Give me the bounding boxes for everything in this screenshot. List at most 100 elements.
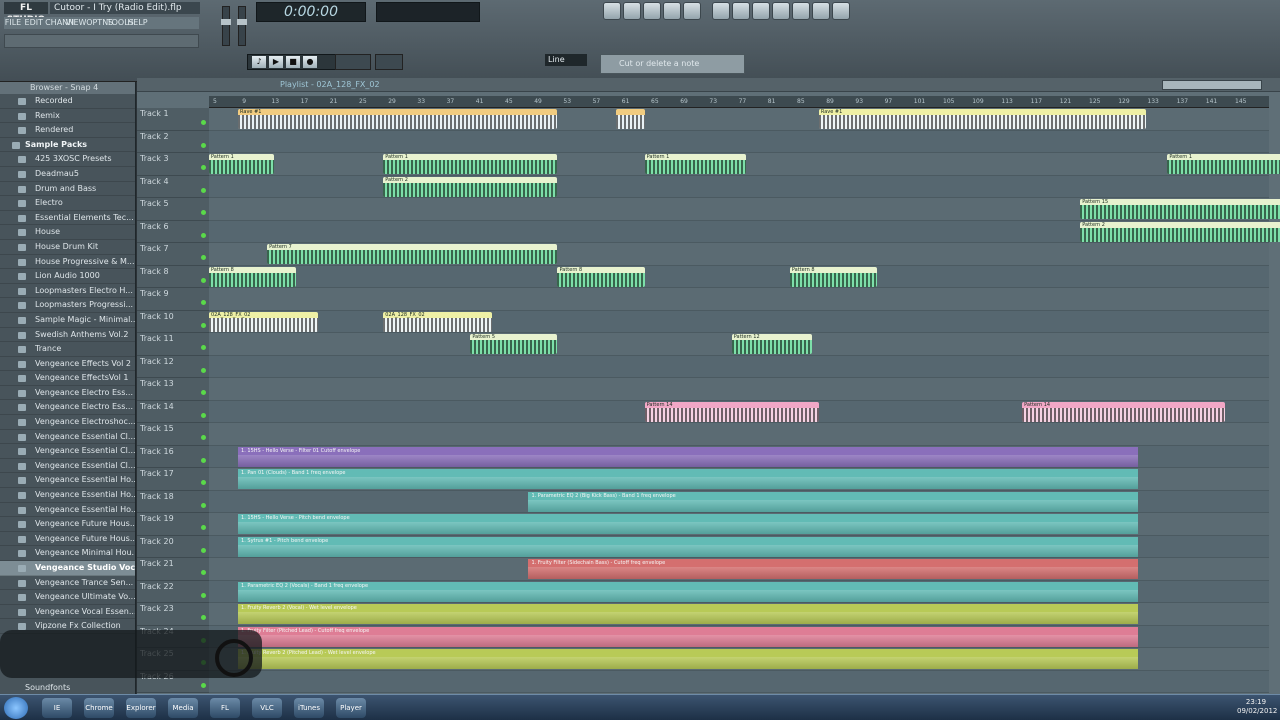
track-label[interactable]: Track 3: [137, 153, 209, 176]
taskbar-button[interactable]: VLC: [252, 698, 282, 718]
browser-item[interactable]: House Drum Kit: [0, 240, 135, 255]
track-led-icon[interactable]: [201, 592, 206, 598]
track-lane[interactable]: [209, 265, 1269, 288]
track-label[interactable]: Track 5: [137, 198, 209, 221]
menu-options[interactable]: OPTNS: [86, 17, 113, 29]
pencil-icon[interactable]: [712, 2, 730, 20]
browser-item[interactable]: Remix: [0, 109, 135, 124]
select-icon[interactable]: [812, 2, 830, 20]
browser-item[interactable]: Vengeance Essential Ho...: [0, 503, 135, 518]
playlist-clip[interactable]: Pattern 2: [383, 176, 558, 197]
track-label[interactable]: Track 7: [137, 243, 209, 266]
browser-item[interactable]: Vengeance Essential Cl...: [0, 444, 135, 459]
taskbar-button[interactable]: Media: [168, 698, 198, 718]
browser-item[interactable]: Loopmasters Electro H...: [0, 284, 135, 299]
track-led-icon[interactable]: [201, 435, 206, 440]
automation-clip[interactable]: 1. 15HS - Hello Verse - Filter 01 Cutoff…: [238, 446, 1139, 467]
slice-icon[interactable]: [792, 2, 810, 20]
track-led-icon[interactable]: [201, 120, 206, 125]
snap-selector[interactable]: Line: [545, 54, 587, 66]
playlist-clip[interactable]: 02A_128_FX_02: [383, 311, 493, 332]
taskbar-button[interactable]: iTunes: [294, 698, 324, 718]
browser-item[interactable]: Sample Magic - Minimal...: [0, 313, 135, 328]
menu-view[interactable]: VIEW: [66, 17, 87, 29]
track-led-icon[interactable]: [201, 322, 206, 328]
mixer-icon[interactable]: [683, 2, 701, 20]
track-label[interactable]: Track 9: [137, 288, 209, 311]
automation-clip[interactable]: 1. Fruity Filter (Pitched Lead) - Cutoff…: [238, 626, 1139, 647]
playlist-clip[interactable]: Pattern 12: [731, 334, 812, 354]
mute-icon[interactable]: [772, 2, 790, 20]
stop-icon[interactable]: ■: [286, 56, 300, 68]
menu-file[interactable]: FILE: [4, 17, 22, 29]
track-led-icon[interactable]: [201, 390, 206, 395]
browser-item[interactable]: Vengeance Electro Ess...: [0, 400, 135, 416]
playlist-clip[interactable]: Pattern 2: [1080, 221, 1280, 242]
automation-clip[interactable]: 1. 15HS - Hello Verse - Pitch bend envel…: [238, 514, 1139, 534]
automation-clip[interactable]: 1. Sytrus #1 - Pitch bend envelope: [238, 536, 1139, 557]
paint-icon[interactable]: [732, 2, 750, 20]
track-lane[interactable]: [209, 355, 1269, 378]
taskbar-button[interactable]: Explorer: [126, 698, 156, 718]
browser-item[interactable]: Vengeance Minimal Hou...: [0, 546, 135, 561]
track-led-icon[interactable]: [201, 232, 206, 238]
track-lane[interactable]: [209, 288, 1269, 311]
track-led-icon[interactable]: [201, 187, 206, 193]
play-icon[interactable]: ▶: [269, 56, 283, 68]
track-lane[interactable]: [209, 378, 1269, 401]
track-lane[interactable]: [209, 310, 1269, 333]
browser-item[interactable]: Vengeance EffectsVol 1: [0, 371, 135, 386]
browser-item[interactable]: Loopmasters Progressi...: [0, 298, 135, 313]
browser-item[interactable]: Vengeance Essential Cl...: [0, 430, 135, 445]
automation-clip[interactable]: 1. Fruity Reverb 2 (Vocal) - Wet level e…: [238, 604, 1139, 624]
playlist-clip[interactable]: [615, 109, 645, 129]
track-led-icon[interactable]: [201, 300, 206, 305]
track-led-icon[interactable]: [201, 412, 206, 418]
menu-channels[interactable]: CHANN: [45, 17, 74, 29]
track-label[interactable]: Track 10: [137, 310, 209, 333]
automation-clip[interactable]: 1. Pan 01 (Clouds) - Band 1 freq envelop…: [238, 469, 1139, 489]
playlist-clip[interactable]: Rave #1: [818, 109, 1146, 129]
track-led-icon[interactable]: [201, 457, 206, 463]
track-led-icon[interactable]: [201, 142, 206, 148]
playlist-clip[interactable]: Pattern 1: [1167, 154, 1280, 174]
taskbar-button[interactable]: IE: [42, 698, 72, 718]
menu-help[interactable]: HELP: [127, 17, 147, 29]
playlist-clip[interactable]: Pattern 14: [644, 401, 819, 422]
track-label[interactable]: Track 15: [137, 423, 209, 446]
browser-item[interactable]: Electro: [0, 196, 135, 211]
start-icon[interactable]: [4, 697, 28, 719]
browser-item[interactable]: Trance: [0, 342, 135, 357]
playlist-clip[interactable]: Pattern 1: [644, 154, 747, 174]
automation-clip[interactable]: 1. Fruity Reverb 2 (Pitched Lead) - Wet …: [238, 649, 1139, 669]
piano-roll-icon[interactable]: [643, 2, 661, 20]
playlist-clip[interactable]: Pattern 7: [267, 244, 558, 264]
taskbar-button[interactable]: Chrome: [84, 698, 114, 718]
browser-icon[interactable]: [663, 2, 681, 20]
track-led-icon[interactable]: [201, 367, 206, 373]
browser-item[interactable]: Vengeance Electro Ess...: [0, 386, 135, 401]
browser-item[interactable]: Vengeance Vocal Essen...: [0, 605, 135, 620]
track-label[interactable]: Track 21: [137, 558, 209, 581]
browser-item[interactable]: Vengeance Future Hous...: [0, 532, 135, 547]
record-icon[interactable]: ●: [303, 56, 317, 68]
playlist-clip[interactable]: Pattern 1: [209, 154, 275, 174]
playlist-clip[interactable]: 02A_128_FX_02: [209, 311, 318, 332]
track-lane[interactable]: [209, 130, 1269, 153]
master-pitch-slider[interactable]: [237, 6, 247, 46]
browser-item[interactable]: Vengeance Trance Sen...: [0, 576, 135, 591]
master-volume-slider[interactable]: [221, 6, 231, 46]
browser-item[interactable]: Vengeance Ultimate Vo...: [0, 590, 135, 605]
pattern-song-icon[interactable]: ♪: [252, 56, 266, 68]
browser-item[interactable]: House: [0, 225, 135, 240]
song-time-display[interactable]: 0:00:00: [256, 2, 366, 22]
timeline-ruler[interactable]: 5 9 13 17 21 25 29 33 37 41 45 49 53 57 61 65 69 73 77 81 85…: [209, 96, 1269, 108]
track-led-icon[interactable]: [201, 502, 206, 508]
browser-item[interactable]: 425 3XOSC Presets: [0, 152, 135, 167]
track-label[interactable]: Track 23: [137, 603, 209, 626]
track-led-icon[interactable]: [201, 547, 206, 553]
playlist-clip[interactable]: Pattern 5: [470, 334, 558, 354]
track-label[interactable]: Track 14: [137, 400, 209, 423]
track-lane[interactable]: [209, 175, 1269, 198]
automation-clip[interactable]: 1. Parametric EQ 2 (Vocals) - Band 1 fre…: [238, 581, 1139, 602]
